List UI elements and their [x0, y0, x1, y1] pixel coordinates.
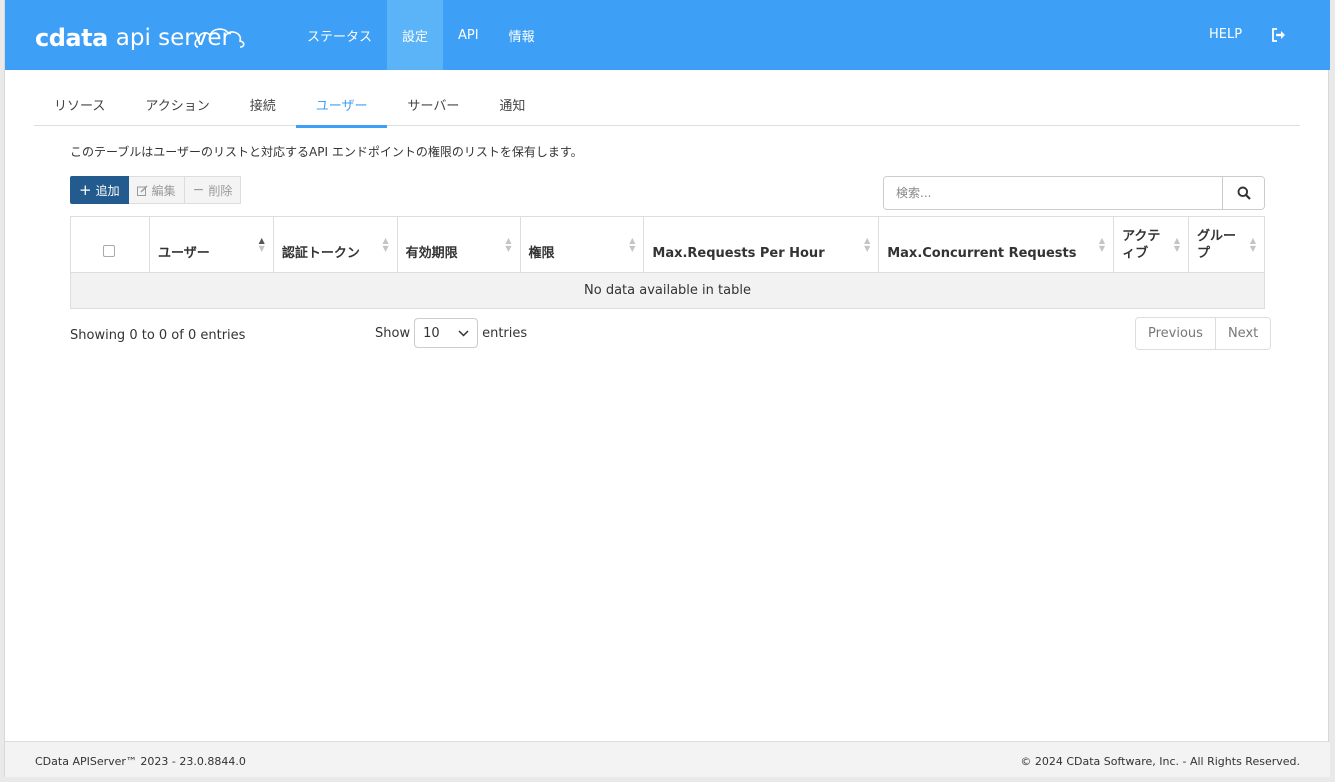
table-info: Showing 0 to 0 of 0 entries [70, 328, 246, 343]
version-text: CData APIServer™ 2023 - 23.0.8844.0 [35, 755, 246, 768]
column-header-expiration[interactable]: 有効期限 ▲ ▼ [396, 216, 521, 273]
entries-label: entries [482, 325, 528, 341]
edit-button[interactable]: 編集 [128, 176, 185, 204]
app-window: cdata api server ステータス 設定 API 情報 HELP リソ… [4, 0, 1330, 777]
show-label: Show [375, 325, 411, 341]
main-nav: ステータス 設定 API 情報 [292, 0, 550, 70]
edit-button-label: 編集 [151, 183, 176, 198]
sort-icon: ▲ ▼ [864, 236, 871, 253]
page-size-value: 10 [423, 325, 440, 341]
page-length-control: Show 10 entries [375, 318, 527, 348]
sort-icon: ▲ ▼ [1098, 236, 1106, 253]
search-input[interactable] [884, 177, 1222, 209]
copyright-text: © 2024 CData Software, Inc. - All Rights… [1020, 755, 1300, 768]
logout-icon[interactable] [1271, 28, 1287, 42]
nav-status[interactable]: ステータス [292, 0, 387, 70]
column-header-auth-token[interactable]: 認証トークン ▲ ▼ [272, 216, 398, 273]
delete-button[interactable]: − 削除 [184, 176, 242, 204]
edit-icon [136, 185, 148, 196]
tab-actions[interactable]: アクション [125, 88, 229, 126]
select-all-checkbox[interactable] [103, 245, 115, 257]
users-table: ユーザー ▲ ▼ 認証トークン ▲ ▼ 有効期限 ▲ ▼ 権限 ▲ ▼ Max.Requ… [70, 216, 1265, 309]
tab-resources[interactable]: リソース [34, 88, 125, 126]
nav-info[interactable]: 情報 [494, 0, 550, 70]
sort-icon: ▲ ▼ [382, 236, 389, 253]
cdata-logo[interactable]: cdata api server [35, 16, 245, 52]
sort-icon: ▲ ▼ [1249, 236, 1256, 253]
logo-product-text: api server [116, 24, 245, 52]
page-size-select[interactable]: 10 [414, 318, 479, 348]
sort-icon: ▲ ▼ [1173, 236, 1181, 253]
sort-asc-icon: ▲ ▼ [258, 236, 265, 253]
minus-icon: − [192, 182, 205, 198]
pagination: Previous Next [1135, 317, 1272, 350]
table-row: No data available in table [70, 272, 1265, 309]
page-description: このテーブルはユーザーのリストと対応するAPI エンドポイントの権限のリストを保… [70, 145, 583, 159]
column-header-privileges[interactable]: 権限 ▲ ▼ [519, 216, 645, 273]
search-icon [1237, 186, 1251, 200]
help-link[interactable]: HELP [1209, 27, 1242, 42]
add-button[interactable]: + 追加 [70, 176, 129, 204]
delete-button-label: 削除 [208, 183, 233, 198]
cloud-icon [194, 28, 245, 48]
add-button-label: 追加 [95, 183, 120, 198]
sort-icon: ▲ ▼ [629, 236, 636, 253]
column-header-max-concurrent[interactable]: Max.Concurrent Requests ▲ ▼ [878, 216, 1115, 273]
chevron-down-icon [458, 329, 469, 337]
column-header-max-requests[interactable]: Max.Requests Per Hour ▲ ▼ [643, 216, 880, 273]
tab-users[interactable]: ユーザー [295, 88, 388, 128]
nav-settings[interactable]: 設定 [387, 0, 444, 70]
tab-connections[interactable]: 接続 [230, 88, 296, 126]
settings-tabs: リソース アクション 接続 ユーザー サーバー 通知 [34, 88, 1300, 128]
table-header-row: ユーザー ▲ ▼ 認証トークン ▲ ▼ 有効期限 ▲ ▼ 権限 ▲ ▼ Max.Requ… [70, 216, 1265, 273]
nav-api[interactable]: API [443, 0, 494, 70]
column-header-user[interactable]: ユーザー ▲ ▼ [148, 216, 274, 273]
empty-table-message: No data available in table [70, 272, 1265, 309]
users-toolbar: + 追加 編集 − 削除 [70, 176, 242, 204]
column-header-active[interactable]: アクティブ ▲ ▼ [1113, 216, 1190, 273]
tab-notifications[interactable]: 通知 [479, 88, 545, 126]
previous-button[interactable]: Previous [1136, 318, 1215, 349]
search-button[interactable] [1222, 177, 1264, 209]
top-navbar: cdata api server ステータス 設定 API 情報 HELP [5, 0, 1330, 70]
next-button[interactable]: Next [1214, 318, 1271, 349]
plus-icon: + [79, 181, 92, 199]
page-footer: CData APIServer™ 2023 - 23.0.8844.0 © 20… [5, 741, 1330, 777]
tab-server[interactable]: サーバー [387, 88, 479, 126]
logo-brand-text: cdata [35, 24, 108, 52]
search-box [883, 176, 1265, 210]
sort-icon: ▲ ▼ [505, 236, 512, 253]
column-header-group[interactable]: グループ ▲ ▼ [1188, 216, 1265, 273]
select-all-header [70, 216, 150, 273]
